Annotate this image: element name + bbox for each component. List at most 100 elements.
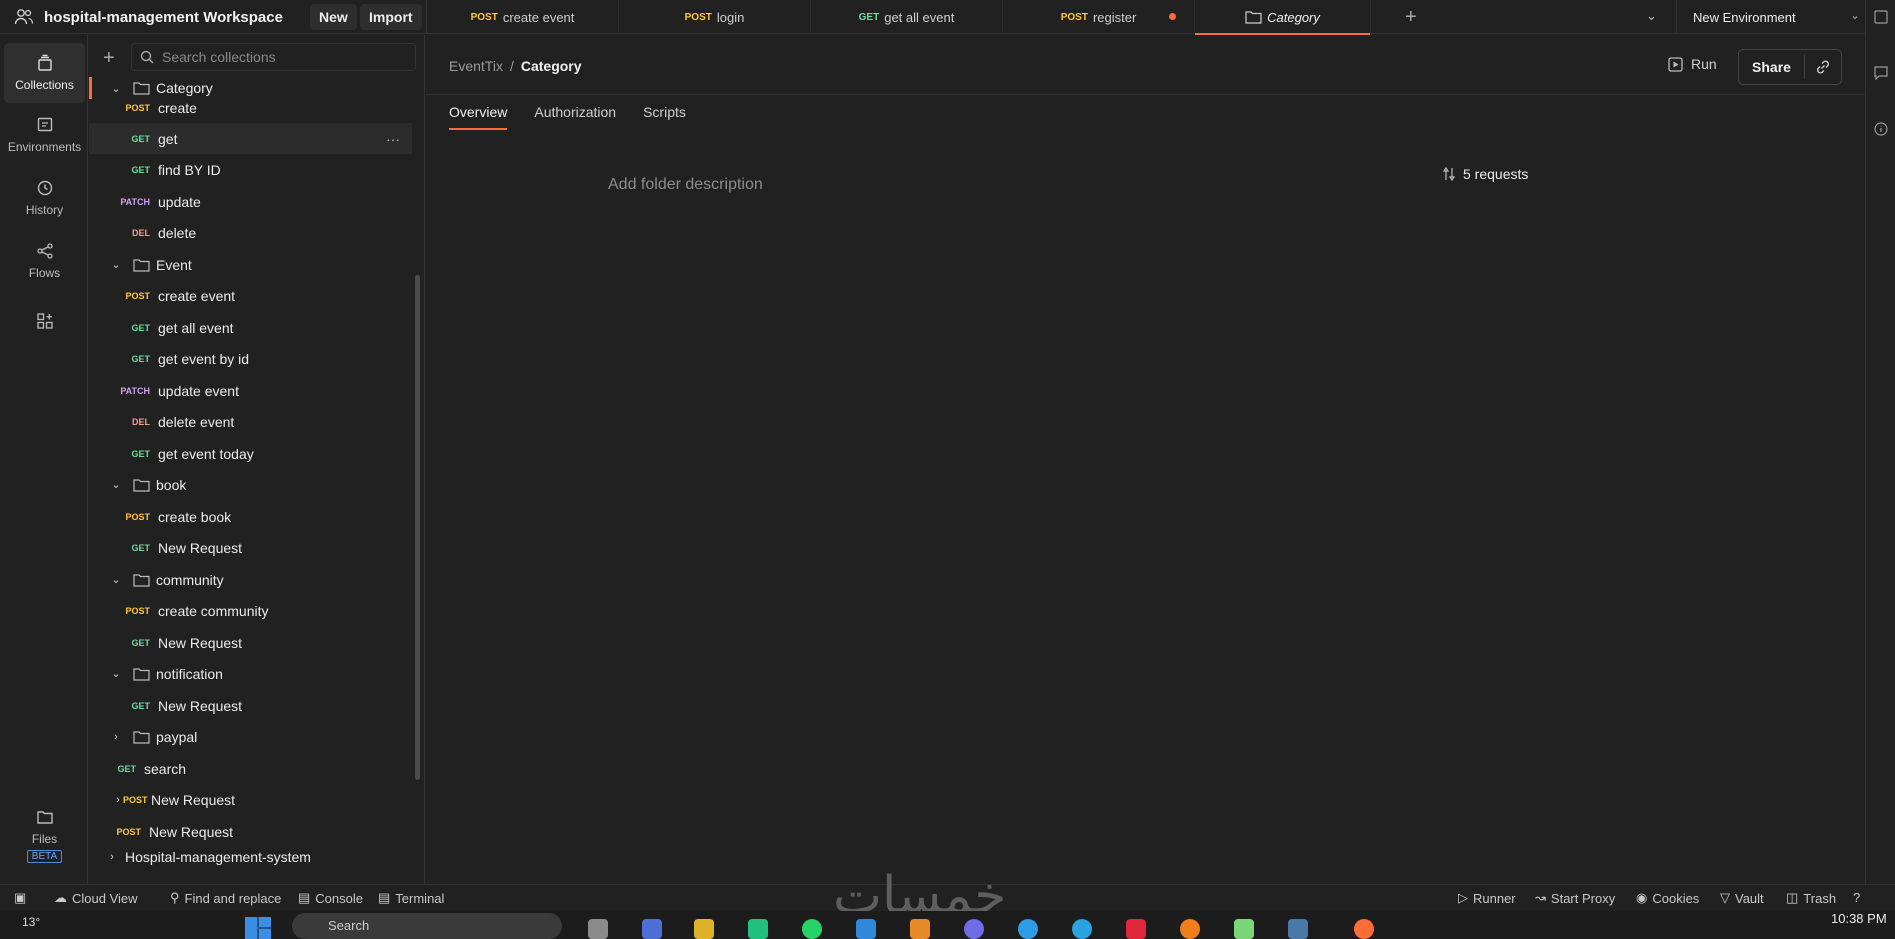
request-row[interactable]: › POST New Request bbox=[89, 784, 412, 815]
breadcrumb-parent[interactable]: EventTix bbox=[449, 58, 503, 74]
request-row[interactable]: GET New Request bbox=[89, 690, 412, 721]
find-replace-button[interactable]: ⚲ Find and replace bbox=[170, 890, 281, 906]
help-icon[interactable]: ? bbox=[1853, 890, 1860, 905]
search-icon: ⚲ bbox=[170, 890, 180, 905]
request-row[interactable]: DEL delete bbox=[89, 217, 412, 248]
request-row[interactable]: GET get ··· bbox=[89, 123, 412, 154]
folder-label: notification bbox=[156, 665, 223, 682]
folder-description-placeholder[interactable]: Add folder description bbox=[608, 176, 763, 194]
trash-button[interactable]: ◫ Trash bbox=[1786, 890, 1836, 906]
terminal-button[interactable]: ▤ Terminal bbox=[378, 890, 444, 906]
cookies-button[interactable]: ◉ Cookies bbox=[1636, 890, 1699, 906]
rail-collections[interactable]: Collections bbox=[4, 43, 85, 103]
folder-app-icon[interactable] bbox=[694, 919, 714, 939]
rail-flows[interactable]: Flows bbox=[4, 231, 85, 291]
rail-configure-workbench[interactable] bbox=[4, 301, 85, 341]
request-row[interactable]: POST create book bbox=[89, 501, 412, 532]
copy-link-icon[interactable] bbox=[1805, 59, 1841, 75]
method-badge: GET bbox=[131, 700, 150, 711]
tab-overview[interactable]: Overview bbox=[449, 104, 508, 130]
postman-icon[interactable] bbox=[1354, 919, 1374, 939]
app-icon[interactable] bbox=[1126, 919, 1146, 939]
folder-row-paypal[interactable]: › paypal bbox=[89, 721, 412, 752]
request-row[interactable]: POST create community bbox=[89, 595, 412, 626]
request-label: New Request bbox=[149, 823, 234, 840]
request-row[interactable]: GET New Request bbox=[89, 627, 412, 658]
tabs-dropdown-chevron-icon[interactable]: ⌄ bbox=[1646, 8, 1657, 24]
folder-row-community[interactable]: ⌄ community bbox=[89, 564, 412, 595]
request-row[interactable]: GET get event by id bbox=[89, 343, 412, 374]
request-row[interactable]: POST New Request bbox=[89, 816, 412, 847]
taskbar-search[interactable]: Search bbox=[292, 913, 562, 939]
tab-create-event[interactable]: POST create event bbox=[427, 0, 619, 34]
add-collection-icon[interactable]: + bbox=[103, 47, 115, 70]
share-button[interactable]: Share bbox=[1739, 55, 1805, 79]
request-label: delete event bbox=[158, 413, 235, 430]
tab-get-all-event[interactable]: GET get all event bbox=[811, 0, 1003, 34]
vscode-icon[interactable] bbox=[856, 919, 876, 939]
request-row[interactable]: GET search bbox=[89, 753, 412, 784]
users-icon bbox=[14, 9, 34, 25]
weather-temperature[interactable]: 13° bbox=[22, 915, 40, 929]
app-icon[interactable] bbox=[642, 919, 662, 939]
tab-register[interactable]: POST register bbox=[1003, 0, 1195, 34]
add-tab-icon[interactable]: + bbox=[1405, 6, 1417, 29]
code-icon[interactable] bbox=[1874, 10, 1888, 24]
folder-row-book[interactable]: ⌄ book bbox=[89, 469, 412, 500]
workspace-switcher[interactable]: hospital-management Workspace bbox=[14, 0, 283, 34]
import-button[interactable]: Import bbox=[360, 4, 422, 30]
discord-icon[interactable] bbox=[964, 919, 984, 939]
start-proxy-button[interactable]: ↝ Start Proxy bbox=[1535, 890, 1615, 906]
request-row[interactable]: GET New Request bbox=[89, 532, 412, 563]
console-button[interactable]: ▤ Console bbox=[298, 890, 363, 906]
request-row[interactable]: GET find BY ID bbox=[89, 154, 412, 185]
search-input[interactable] bbox=[162, 49, 392, 65]
new-button[interactable]: New bbox=[310, 4, 357, 30]
request-row[interactable]: POST create bbox=[89, 92, 412, 123]
tab-authorization[interactable]: Authorization bbox=[534, 104, 616, 130]
tab-login[interactable]: POST login bbox=[619, 0, 811, 34]
sidebar-scrollbar[interactable] bbox=[415, 275, 420, 780]
rail-environments[interactable]: Environments bbox=[4, 105, 85, 165]
vault-button[interactable]: ▽ Vault bbox=[1720, 890, 1764, 906]
request-row[interactable]: POST create event bbox=[89, 280, 412, 311]
request-row[interactable]: PATCH update bbox=[89, 186, 412, 217]
postgres-icon[interactable] bbox=[1288, 919, 1308, 939]
app-icon[interactable] bbox=[1180, 919, 1200, 939]
app-icon[interactable] bbox=[748, 919, 768, 939]
request-row[interactable]: GET get event today bbox=[89, 438, 412, 469]
method-badge: POST bbox=[125, 102, 150, 113]
info-icon[interactable] bbox=[1874, 122, 1888, 136]
request-row[interactable]: GET get all event bbox=[89, 312, 412, 343]
app-icon[interactable] bbox=[1234, 919, 1254, 939]
windows-start-icon[interactable] bbox=[245, 917, 271, 939]
app-icon[interactable] bbox=[588, 919, 608, 939]
method-badge: GET bbox=[131, 448, 150, 459]
comments-icon[interactable] bbox=[1874, 66, 1888, 80]
toggle-sidebar-icon[interactable]: ▣ bbox=[14, 890, 26, 906]
collection-row[interactable]: › Hospital-management-system bbox=[89, 847, 412, 867]
breadcrumb: EventTix / Category bbox=[449, 58, 582, 74]
folder-row-notification[interactable]: ⌄ notification bbox=[89, 658, 412, 689]
run-button[interactable]: Run bbox=[1668, 56, 1717, 72]
cloud-view-button[interactable]: ☁ Cloud View bbox=[54, 890, 138, 906]
request-row[interactable]: PATCH update event bbox=[89, 375, 412, 406]
tab-method: GET bbox=[858, 11, 880, 23]
tab-category[interactable]: Category bbox=[1195, 0, 1371, 35]
rail-files[interactable]: Files BETA bbox=[4, 805, 85, 865]
environment-select[interactable]: New Environment ⌄ bbox=[1676, 0, 1876, 34]
method-badge: GET bbox=[131, 353, 150, 364]
rail-history[interactable]: History bbox=[4, 168, 85, 228]
request-row[interactable]: DEL delete event bbox=[89, 406, 412, 437]
telegram-icon[interactable] bbox=[1072, 919, 1092, 939]
app-icon[interactable] bbox=[910, 919, 930, 939]
edge-icon[interactable] bbox=[1018, 919, 1038, 939]
terminal-icon: ▤ bbox=[378, 890, 391, 905]
runner-icon: ▷ bbox=[1458, 890, 1468, 905]
more-options-icon[interactable]: ··· bbox=[386, 131, 400, 147]
whatsapp-icon[interactable] bbox=[802, 919, 822, 939]
requests-count-label: 5 requests bbox=[1463, 166, 1529, 182]
runner-button[interactable]: ▷ Runner bbox=[1458, 890, 1516, 906]
tab-scripts[interactable]: Scripts bbox=[643, 104, 686, 130]
folder-row-event[interactable]: ⌄ Event bbox=[89, 249, 412, 280]
